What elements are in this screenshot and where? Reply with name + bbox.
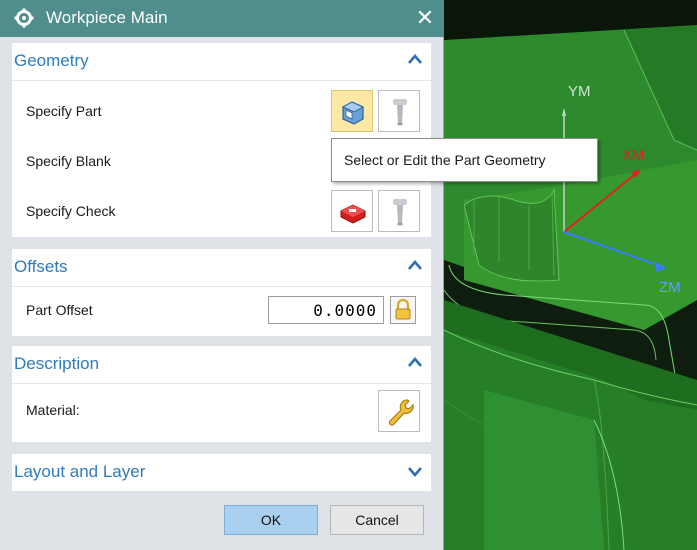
check-display-icon bbox=[393, 199, 407, 226]
lock-button[interactable] bbox=[390, 296, 416, 324]
offsets-header[interactable]: Offsets bbox=[12, 249, 431, 287]
offsets-section: Offsets Part Offset bbox=[12, 249, 431, 336]
chevron-up-icon[interactable] bbox=[407, 355, 423, 371]
description-section: Description Material: bbox=[12, 346, 431, 442]
ok-button[interactable]: OK bbox=[224, 505, 318, 535]
display-check-button[interactable] bbox=[378, 190, 420, 232]
chevron-down-icon[interactable] bbox=[407, 463, 423, 479]
gear-icon[interactable] bbox=[14, 8, 34, 28]
part-geometry-icon bbox=[341, 101, 365, 125]
cancel-button[interactable]: Cancel bbox=[330, 505, 424, 535]
part-display-icon bbox=[393, 99, 407, 126]
x-axis-label: XM bbox=[622, 147, 645, 164]
specify-blank-label: Specify Blank bbox=[26, 153, 111, 169]
material-label: Material: bbox=[26, 402, 80, 418]
tooltip: Select or Edit the Part Geometry bbox=[331, 138, 598, 182]
graphics-viewport[interactable]: YM XM ZM bbox=[444, 0, 697, 550]
offsets-title: Offsets bbox=[14, 257, 68, 276]
description-title: Description bbox=[14, 354, 100, 373]
part-offset-input[interactable] bbox=[268, 296, 384, 324]
dialog-title: Workpiece Main bbox=[46, 8, 168, 27]
z-axis-label: ZM bbox=[659, 279, 681, 296]
specify-check-label: Specify Check bbox=[26, 203, 116, 219]
close-icon[interactable]: ✕ bbox=[412, 5, 438, 31]
chevron-up-icon[interactable] bbox=[407, 258, 423, 274]
description-header[interactable]: Description bbox=[12, 346, 431, 384]
check-geometry-icon bbox=[340, 204, 366, 224]
geometry-title: Geometry bbox=[14, 51, 89, 70]
material-edit-button[interactable] bbox=[378, 390, 420, 432]
specify-part-label: Specify Part bbox=[26, 103, 102, 119]
chevron-up-icon[interactable] bbox=[407, 52, 423, 68]
layout-layer-section: Layout and Layer bbox=[12, 454, 431, 491]
select-check-button[interactable] bbox=[331, 190, 373, 232]
layout-layer-header[interactable]: Layout and Layer bbox=[12, 454, 431, 491]
geometry-header[interactable]: Geometry bbox=[12, 43, 431, 81]
part-offset-label: Part Offset bbox=[26, 302, 93, 318]
select-part-button[interactable] bbox=[331, 90, 373, 132]
lock-icon bbox=[395, 298, 411, 320]
wrench-icon bbox=[388, 399, 414, 426]
display-part-button[interactable] bbox=[378, 90, 420, 132]
layout-layer-title: Layout and Layer bbox=[14, 462, 146, 481]
workpiece-dialog: Workpiece Main ✕ Geometry Specify Part S… bbox=[0, 0, 444, 550]
title-bar[interactable]: Workpiece Main ✕ bbox=[0, 0, 444, 37]
y-axis-label: YM bbox=[568, 83, 591, 100]
